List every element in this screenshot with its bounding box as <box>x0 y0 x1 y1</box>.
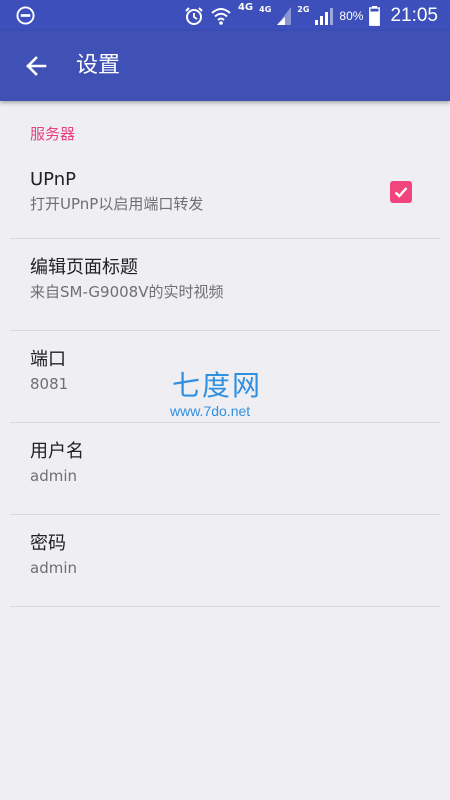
battery-percent: 80% <box>339 8 364 23</box>
category-header-server: 服务器 <box>30 125 76 143</box>
setting-upnp[interactable]: UPnP 打开UPnP以启用端口转发 <box>10 153 440 239</box>
back-button[interactable] <box>14 44 58 88</box>
setting-title: 端口 <box>30 349 66 370</box>
setting-summary: 打开UPnP以启用端口转发 <box>30 195 204 213</box>
app-bar: 设置 <box>0 31 450 101</box>
do-not-disturb-icon <box>16 6 35 25</box>
setting-summary: 8081 <box>30 375 69 393</box>
setting-summary: admin <box>30 467 77 485</box>
setting-username[interactable]: 用户名 admin <box>10 423 440 515</box>
sim2-network-tag: 2G <box>297 5 310 14</box>
settings-list: 服务器 UPnP 打开UPnP以启用端口转发 编辑页面标题 来自SM-G9008… <box>0 101 450 607</box>
clock: 21:05 <box>390 4 438 26</box>
page-title: 设置 <box>76 53 121 78</box>
status-bar: 4G 4G 2G 80% 21:05 <box>0 0 450 31</box>
sim1-network-tag: 4G <box>259 5 272 14</box>
setting-summary: admin <box>30 559 77 577</box>
setting-page-title[interactable]: 编辑页面标题 来自SM-G9008V的实时视频 <box>10 239 440 331</box>
setting-title: 用户名 <box>30 441 84 462</box>
setting-title: 编辑页面标题 <box>30 257 138 278</box>
arrow-back-icon <box>26 56 47 76</box>
wifi-icon <box>211 7 231 25</box>
alarm-icon <box>185 6 203 25</box>
signal-sim2-icon <box>315 7 334 25</box>
setting-summary: 来自SM-G9008V的实时视频 <box>30 283 224 301</box>
setting-title: UPnP <box>30 169 76 190</box>
setting-title: 密码 <box>30 533 66 554</box>
network-type-label: 4G <box>237 2 254 13</box>
upnp-checkbox[interactable] <box>390 181 412 203</box>
signal-sim1-icon <box>277 6 292 25</box>
setting-port[interactable]: 端口 8081 <box>10 331 440 423</box>
checkmark-icon <box>394 187 408 198</box>
status-icons: 4G 4G 2G 80% 21:05 <box>184 0 438 31</box>
setting-password[interactable]: 密码 admin <box>10 515 440 607</box>
battery-icon <box>369 5 381 26</box>
